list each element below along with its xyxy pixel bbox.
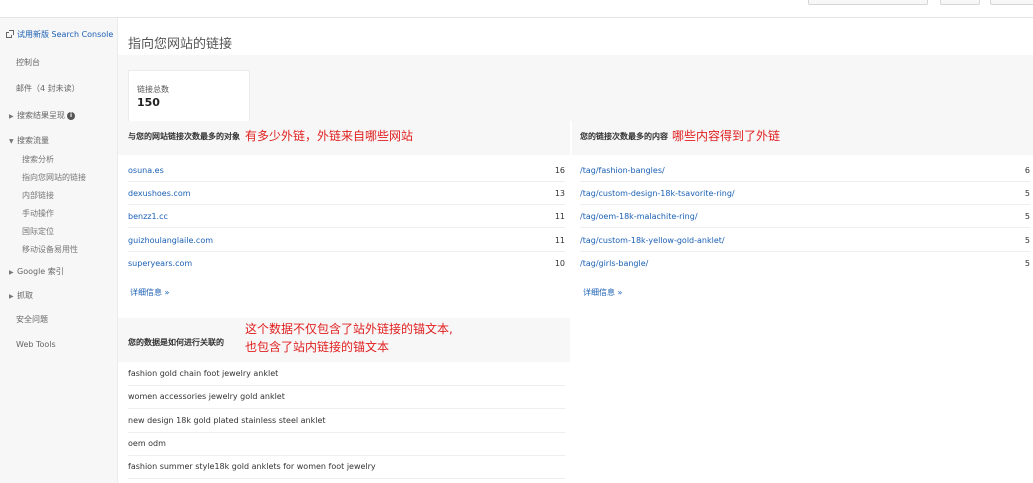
sidebar-item-messages[interactable]: 邮件（4 封未读） bbox=[16, 83, 80, 94]
link-count: 16 bbox=[554, 166, 565, 175]
link-count: 10 bbox=[554, 259, 565, 268]
sidebar-item-security[interactable]: 安全问题 bbox=[16, 314, 48, 325]
list-item: women accessories jewelry gold anklet bbox=[128, 386, 565, 409]
anchor-annotation-line2: 也包含了站内链接的锚文本 bbox=[245, 340, 390, 354]
top-button[interactable] bbox=[940, 0, 980, 5]
link-count: 5 bbox=[1024, 236, 1030, 245]
link-count: 6 bbox=[1024, 166, 1030, 175]
top-bar bbox=[0, 0, 1033, 18]
content-link[interactable]: /tag/fashion-bangles/ bbox=[580, 166, 665, 175]
content-link[interactable]: /tag/custom-design-18k-tsavorite-ring/ bbox=[580, 189, 735, 198]
link-count: 5 bbox=[1024, 259, 1030, 268]
total-links-card: 链接总数 150 bbox=[128, 70, 250, 122]
sidebar: 试用新版 Search Console 控制台 邮件（4 封未读） ▶ 搜索结果呈… bbox=[0, 18, 118, 483]
linking-site-link[interactable]: superyears.com bbox=[128, 259, 192, 268]
sidebar-sub-manual-actions[interactable]: 手动操作 bbox=[22, 208, 54, 219]
sidebar-sub-internal-links[interactable]: 内部链接 bbox=[22, 190, 54, 201]
triangle-right-icon: ▶ bbox=[9, 113, 14, 120]
anchor-text: fashion gold chain foot jewelry anklet bbox=[128, 369, 279, 378]
page-title: 指向您网站的链接 bbox=[128, 37, 233, 52]
linking-site-link[interactable]: benzz1.cc bbox=[128, 212, 168, 221]
triangle-right-icon: ▶ bbox=[9, 293, 14, 300]
table-row: /tag/girls-bangle/ 5 bbox=[580, 253, 1030, 275]
info-icon[interactable]: i bbox=[67, 111, 75, 120]
search-appearance-label: 搜索结果呈现 bbox=[17, 111, 65, 120]
link-count: 5 bbox=[1024, 189, 1030, 198]
link-count: 5 bbox=[1024, 212, 1030, 221]
linking-site-link[interactable]: guizhoulanglaile.com bbox=[128, 236, 213, 245]
total-links-value: 150 bbox=[137, 96, 160, 109]
summary-band bbox=[118, 55, 1033, 121]
table-row: guizhoulanglaile.com 11 bbox=[128, 230, 565, 252]
table-row: /tag/custom-18k-yellow-gold-anklet/ 5 bbox=[580, 230, 1030, 252]
list-item: new design 18k gold plated stainless ste… bbox=[128, 410, 565, 433]
sidebar-item-dashboard[interactable]: 控制台 bbox=[16, 57, 40, 68]
anchor-section-heading: 您的数据是如何进行关联的 bbox=[128, 338, 224, 347]
linking-site-link[interactable]: osuna.es bbox=[128, 166, 164, 175]
content-link[interactable]: /tag/custom-18k-yellow-gold-anklet/ bbox=[580, 236, 725, 245]
sidebar-item-search-appearance[interactable]: ▶ 搜索结果呈现 i bbox=[9, 110, 75, 121]
list-item: fashion gold chain foot jewelry anklet bbox=[128, 363, 565, 386]
list-item: oem odm bbox=[128, 433, 565, 456]
anchor-text: new design 18k gold plated stainless ste… bbox=[128, 416, 326, 425]
sidebar-sub-mobile-usability[interactable]: 移动设备易用性 bbox=[22, 244, 78, 255]
list-item: fashion summer style18k gold anklets for… bbox=[128, 456, 565, 479]
anchor-annotation-line1: 这个数据不仅包含了站外链接的锚文本, bbox=[245, 322, 453, 336]
anchor-text: fashion summer style18k gold anklets for… bbox=[128, 462, 376, 471]
sidebar-sub-search-analytics[interactable]: 搜索分析 bbox=[22, 154, 54, 165]
sidebar-item-search-traffic[interactable]: ▼ 搜索流量 bbox=[9, 135, 49, 146]
top-search-box[interactable] bbox=[808, 0, 928, 5]
content-link[interactable]: /tag/oem-18k-malachite-ring/ bbox=[580, 212, 698, 221]
table-row: /tag/custom-design-18k-tsavorite-ring/ 5 bbox=[580, 183, 1030, 205]
triangle-down-icon: ▼ bbox=[9, 138, 14, 145]
sidebar-item-google-index[interactable]: ▶ Google 索引 bbox=[9, 266, 64, 277]
left-more-details-link[interactable]: 详细信息 » bbox=[130, 287, 169, 298]
google-index-label: Google 索引 bbox=[17, 267, 64, 276]
table-row: /tag/oem-18k-malachite-ring/ 5 bbox=[580, 206, 1030, 228]
table-row: osuna.es 16 bbox=[128, 160, 565, 182]
sidebar-sub-international-targeting[interactable]: 国际定位 bbox=[22, 226, 54, 237]
top-button-2[interactable] bbox=[990, 0, 1033, 5]
content-link[interactable]: /tag/girls-bangle/ bbox=[580, 259, 648, 268]
link-count: 11 bbox=[554, 212, 565, 221]
external-link-icon bbox=[6, 29, 14, 38]
link-count: 13 bbox=[554, 189, 565, 198]
try-new-console-label: 试用新版 Search Console bbox=[17, 30, 114, 39]
try-new-console-link[interactable]: 试用新版 Search Console bbox=[6, 29, 113, 40]
anchor-text: women accessories jewelry gold anklet bbox=[128, 392, 285, 401]
crawl-label: 抓取 bbox=[17, 291, 33, 300]
total-links-label: 链接总数 bbox=[137, 85, 169, 94]
link-count: 11 bbox=[554, 236, 565, 245]
triangle-right-icon: ▶ bbox=[9, 269, 14, 276]
search-traffic-label: 搜索流量 bbox=[17, 136, 49, 145]
table-row: /tag/fashion-bangles/ 6 bbox=[580, 160, 1030, 182]
right-section-heading: 您的链接次数最多的内容 bbox=[580, 132, 668, 141]
right-section-annotation: 哪些内容得到了外链 bbox=[672, 129, 781, 143]
sidebar-item-crawl[interactable]: ▶ 抓取 bbox=[9, 290, 33, 301]
left-section-heading: 与您的网站链接次数最多的对象 bbox=[128, 132, 240, 141]
table-row: superyears.com 10 bbox=[128, 253, 565, 275]
linking-site-link[interactable]: dexushoes.com bbox=[128, 189, 191, 198]
table-row: dexushoes.com 13 bbox=[128, 183, 565, 205]
sidebar-item-web-tools[interactable]: Web Tools bbox=[16, 340, 56, 349]
right-more-details-link[interactable]: 详细信息 » bbox=[583, 287, 622, 298]
anchor-text: oem odm bbox=[128, 439, 166, 448]
left-section-annotation: 有多少外链，外链来自哪些网站 bbox=[245, 129, 414, 143]
table-row: benzz1.cc 11 bbox=[128, 206, 565, 228]
sidebar-sub-links-to-site[interactable]: 指向您网站的链接 bbox=[22, 172, 86, 183]
